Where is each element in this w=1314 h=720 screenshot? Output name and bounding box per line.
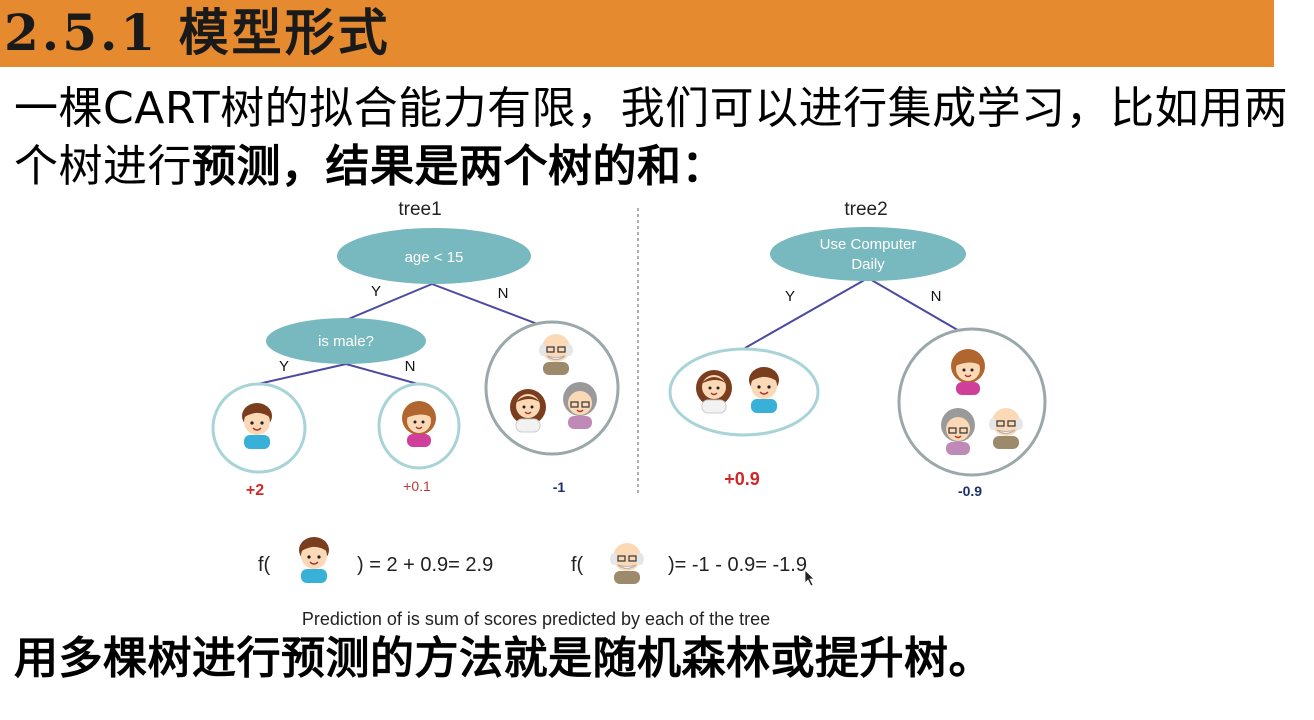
tree1-label: tree1: [398, 199, 441, 220]
ensemble-figure: tree1 age < 15 is male? Y N Y N +2 +0.1 …: [211, 199, 1047, 629]
tree2-root-text-line1: Use Computer: [820, 236, 917, 253]
tree1-edge-root-right: [431, 283, 549, 329]
formula2-rest: )= -1 - 0.9= -1.9: [668, 554, 807, 576]
tree1-score-boy: +2: [246, 482, 264, 499]
mouse-cursor-icon: [804, 569, 815, 587]
formula1-boy-icon: [298, 536, 330, 584]
tree2-score-kids: +0.9: [724, 469, 760, 489]
tree1-leaf-elders: [484, 320, 620, 456]
intro-paragraph: 一棵CART树的拟合能力有限，我们可以进行集成学习，比如用两个树进行预测，结果是…: [14, 80, 1304, 196]
formula2-grandpa-icon: [609, 542, 645, 585]
conclusion-text: 用多棵树进行预测的方法就是随机森林或提升树。: [14, 633, 993, 684]
tree1-edge-child-left: [257, 363, 347, 385]
tree1-edge-n1: N: [498, 285, 509, 302]
tree1-child-text: is male?: [318, 333, 374, 350]
tree1-score-girl: +0.1: [403, 478, 431, 494]
intro-text-bold: 预测，结果是两个树的和：: [192, 141, 726, 192]
figure-caption: Prediction of is sum of scores predicted…: [302, 609, 770, 629]
tree2-edge-left: [744, 277, 869, 349]
slide-title: 2.5.1 模型形式: [4, 3, 391, 62]
tree1-root-node: age < 15: [337, 228, 531, 284]
tree1-edge-y1: Y: [371, 283, 381, 300]
formula1-prefix: f(: [258, 554, 271, 576]
title-bar: 2.5.1 模型形式: [0, 0, 1274, 67]
tree1-leaf-girl: [377, 382, 461, 470]
tree2-edge-y: Y: [785, 288, 795, 305]
tree2-edge-right: [867, 277, 969, 337]
tree1-score-elders: -1: [553, 479, 566, 495]
formula2-prefix: f(: [571, 554, 584, 576]
tree1-edge-y2: Y: [279, 358, 289, 375]
tree1-root-text: age < 15: [405, 249, 464, 266]
tree1-child-node: is male?: [266, 318, 426, 364]
tree1-edge-root-left: [345, 283, 433, 321]
tree1-edge-n2: N: [405, 358, 416, 375]
formula1-rest: ) = 2 + 0.9= 2.9: [357, 554, 493, 576]
tree1-leaf-boy: [211, 382, 307, 474]
tree2-score-others: -0.9: [958, 483, 982, 499]
tree2-root-text-line2: Daily: [851, 256, 885, 273]
tree2-edge-n: N: [931, 288, 942, 305]
tree2-leaf-kids: [668, 347, 820, 437]
tree2-label: tree2: [844, 199, 887, 220]
tree2-leaf-others: [897, 327, 1047, 477]
tree2-root-node: Use Computer Daily: [770, 227, 966, 281]
